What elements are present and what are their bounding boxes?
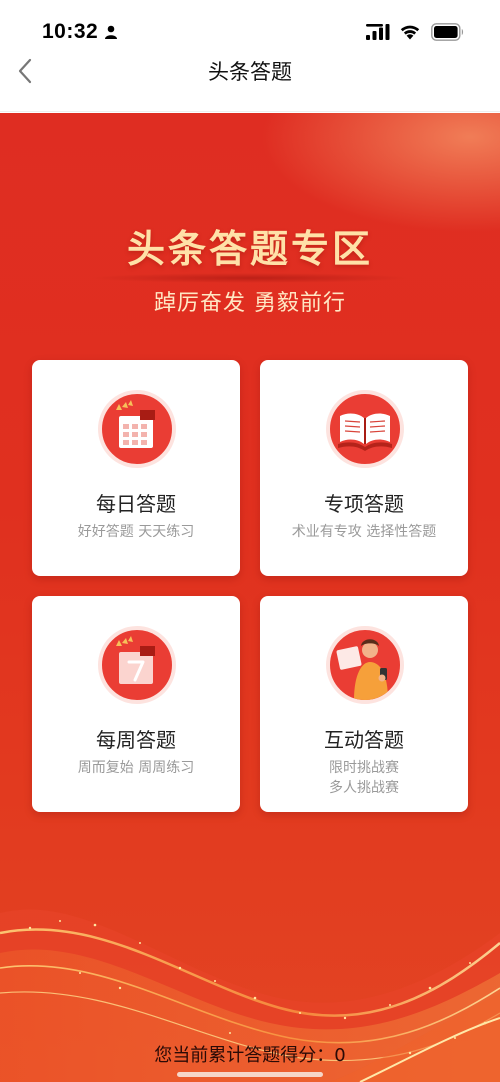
hero-title: 头条答题专区 — [126, 227, 373, 271]
calendar-7-icon — [98, 626, 176, 704]
hero-subtitle: 踔厉奋发 勇毅前行 — [154, 291, 346, 316]
score-text: 您当前累计答题得分：0 — [154, 1045, 346, 1066]
interactive-quiz-card[interactable]: 互动答题 限时挑战赛 多人挑战赛 — [260, 596, 468, 812]
quiz-zone: 头条答题专区 踔厉奋发 勇毅前行 每日答题 好好答题 天天练习 专项答题 术业有… — [0, 113, 500, 1082]
topic-quiz-subtitle: 术业有专攻 选择性答题 — [291, 524, 437, 540]
page-title: 头条答题 — [208, 60, 292, 84]
home-indicator — [177, 1072, 323, 1077]
daily-quiz-card[interactable]: 每日答题 好好答题 天天练习 — [32, 360, 240, 576]
interactive-quiz-title: 互动答题 — [324, 728, 404, 752]
person-phone-icon — [326, 626, 404, 704]
interactive-quiz-subtitle-line1: 限时挑战赛 — [329, 760, 399, 776]
weekly-quiz-title: 每周答题 — [96, 728, 176, 752]
weekly-quiz-subtitle: 周而复始 周周练习 — [77, 760, 195, 776]
interactive-quiz-subtitle-line2: 多人挑战赛 — [329, 780, 399, 796]
person-icon — [105, 25, 117, 39]
status-bar: 10:32 — [0, 0, 500, 52]
weekly-quiz-card[interactable]: 每周答题 周而复始 周周练习 — [32, 596, 240, 812]
nav-bar: 头条答题 — [0, 52, 500, 112]
daily-quiz-title: 每日答题 — [96, 492, 176, 516]
calendar-icon — [98, 390, 176, 468]
topic-quiz-title: 专项答题 — [324, 492, 404, 516]
daily-quiz-subtitle: 好好答题 天天练习 — [77, 524, 195, 540]
signal-icon — [366, 24, 390, 40]
wifi-icon — [400, 25, 420, 40]
status-time: 10:32 — [42, 20, 99, 43]
top-glow — [260, 113, 500, 233]
hero-underline — [90, 273, 410, 283]
book-icon — [326, 390, 404, 468]
topic-quiz-card[interactable]: 专项答题 术业有专攻 选择性答题 — [260, 360, 468, 576]
interactive-quiz-subtitle: 限时挑战赛 多人挑战赛 — [260, 758, 468, 798]
battery-icon — [431, 23, 464, 41]
